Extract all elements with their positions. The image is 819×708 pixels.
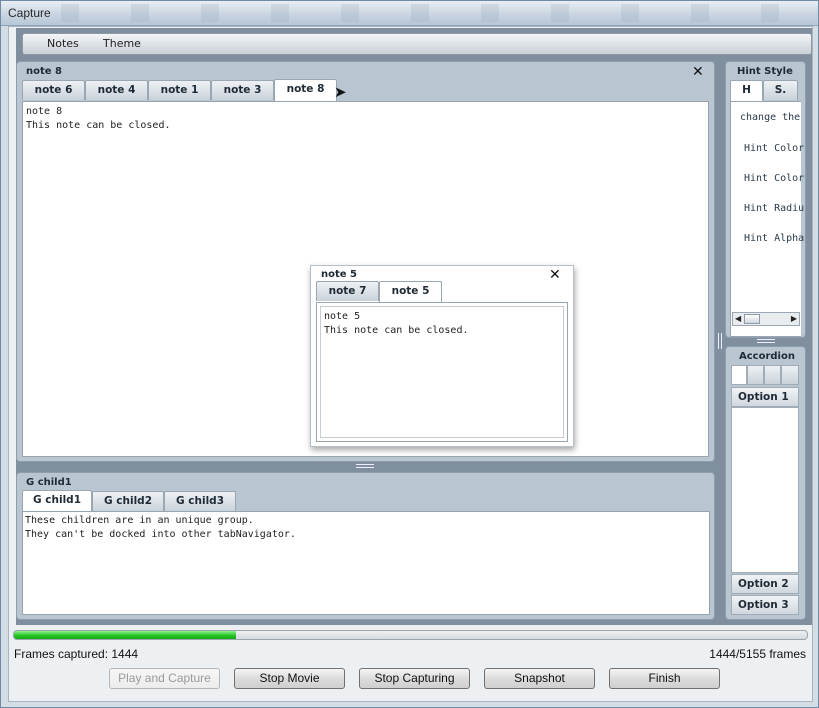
menu-theme[interactable]: Theme <box>103 37 141 50</box>
client-area: Notes Theme note 8 ✕ note 6 note 4 note … <box>8 26 813 702</box>
hint-item-1[interactable]: change the <box>740 112 800 123</box>
hint-style-panel: Hint Style H S. change the Hint Color Hi… <box>725 61 806 338</box>
accordion-option-3[interactable]: Option 3 <box>731 595 799 615</box>
tab-note-8[interactable]: note 8 <box>274 79 337 101</box>
scroll-right-icon[interactable]: ▶ <box>791 314 797 323</box>
hint-item-5[interactable]: Hint Alpha <box>744 233 804 244</box>
group-content[interactable]: These children are in an unique group. T… <box>22 511 710 615</box>
main-panel-title: note 8 <box>26 66 62 77</box>
accordion-tab-1[interactable] <box>731 365 747 385</box>
mouse-cursor-icon: ➤ <box>334 83 347 101</box>
flex-app-area: Notes Theme note 8 ✕ note 6 note 4 note … <box>16 28 812 625</box>
tab-hint-h[interactable]: H <box>730 80 763 102</box>
scroll-left-icon[interactable]: ◀ <box>735 314 741 323</box>
hint-list: change the Hint Color Hint Color Hint Ra… <box>730 101 804 337</box>
vertical-divider-grip[interactable] <box>718 333 722 349</box>
accordion-title: Accordion <box>739 351 795 362</box>
right-divider-grip[interactable] <box>757 339 775 343</box>
hint-item-3[interactable]: Hint Color <box>744 173 804 184</box>
floating-panel-title: note 5 <box>321 269 357 280</box>
group-panel-title: G child1 <box>26 477 72 488</box>
blurred-taskbar-background <box>61 4 801 22</box>
main-note-panel: note 8 ✕ note 6 note 4 note 1 note 3 not… <box>16 61 715 462</box>
stop-movie-button[interactable]: Stop Movie <box>234 668 345 689</box>
close-icon[interactable]: ✕ <box>692 65 704 79</box>
title-bar[interactable]: Capture <box>1 1 818 26</box>
stop-capturing-button[interactable]: Stop Capturing <box>359 668 470 689</box>
accordion-tab-3[interactable] <box>764 365 781 385</box>
tab-note-4[interactable]: note 4 <box>85 80 148 100</box>
floating-note-inner: note 5 This note can be closed. <box>320 306 564 438</box>
finish-button[interactable]: Finish <box>609 668 720 689</box>
floating-note-line-1: note 5 <box>324 311 361 322</box>
tab-note-1[interactable]: note 1 <box>148 80 211 100</box>
hint-panel-title: Hint Style <box>737 66 793 77</box>
accordion-tab-strip <box>731 365 799 385</box>
frames-ratio-label: 1444/5155 frames <box>709 647 806 661</box>
floating-note-content[interactable]: note 5 This note can be closed. <box>316 302 568 442</box>
tab-g-child3[interactable]: G child3 <box>164 491 236 511</box>
menu-notes[interactable]: Notes <box>47 37 79 50</box>
accordion-tab-2[interactable] <box>747 365 764 385</box>
tab-note-5[interactable]: note 5 <box>379 281 442 303</box>
floating-note-line-2: This note can be closed. <box>324 325 469 336</box>
tab-g-child1[interactable]: G child1 <box>22 490 92 512</box>
accordion-panel: Accordion Option 1 Option 2 Option 3 <box>725 346 806 620</box>
group-line-1: These children are in an unique group. <box>25 515 254 526</box>
window-title: Capture <box>8 6 51 20</box>
main-note-line-2: This note can be closed. <box>26 120 171 131</box>
accordion-option-1[interactable]: Option 1 <box>731 387 799 407</box>
play-and-capture-button[interactable]: Play and Capture <box>109 668 220 689</box>
main-note-line-1: note 8 <box>26 106 63 117</box>
tab-note-3[interactable]: note 3 <box>211 80 274 100</box>
floating-note-panel[interactable]: note 5 ✕ note 7 note 5 note 5 This note … <box>310 265 574 447</box>
capture-progress-bar <box>13 630 808 640</box>
scrollbar-thumb[interactable] <box>744 314 760 324</box>
capture-window: Capture Notes Theme note 8 ✕ note 6 note… <box>0 0 819 708</box>
tab-note-7[interactable]: note 7 <box>316 281 379 301</box>
close-icon[interactable]: ✕ <box>549 268 561 282</box>
hint-item-2[interactable]: Hint Color <box>744 143 804 154</box>
accordion-option-2[interactable]: Option 2 <box>731 574 799 594</box>
hint-item-4[interactable]: Hint Radiu <box>744 203 804 214</box>
hint-horizontal-scrollbar[interactable]: ◀ ▶ <box>732 312 800 326</box>
group-panel: G child1 G child1 G child2 G child3 Thes… <box>16 472 715 620</box>
frames-captured-label: Frames captured: 1444 <box>14 647 139 661</box>
capture-progress-fill <box>14 631 237 639</box>
tab-g-child2[interactable]: G child2 <box>92 491 164 511</box>
accordion-option-1-content <box>731 407 799 573</box>
group-line-2: They can't be docked into other tabNavig… <box>25 529 296 540</box>
snapshot-button[interactable]: Snapshot <box>484 668 595 689</box>
accordion-tab-4[interactable] <box>781 365 799 385</box>
horizontal-divider-grip[interactable] <box>356 464 374 468</box>
tab-hint-s[interactable]: S. <box>763 80 798 100</box>
menu-bar: Notes Theme <box>22 33 812 55</box>
tab-note-6[interactable]: note 6 <box>22 80 85 100</box>
